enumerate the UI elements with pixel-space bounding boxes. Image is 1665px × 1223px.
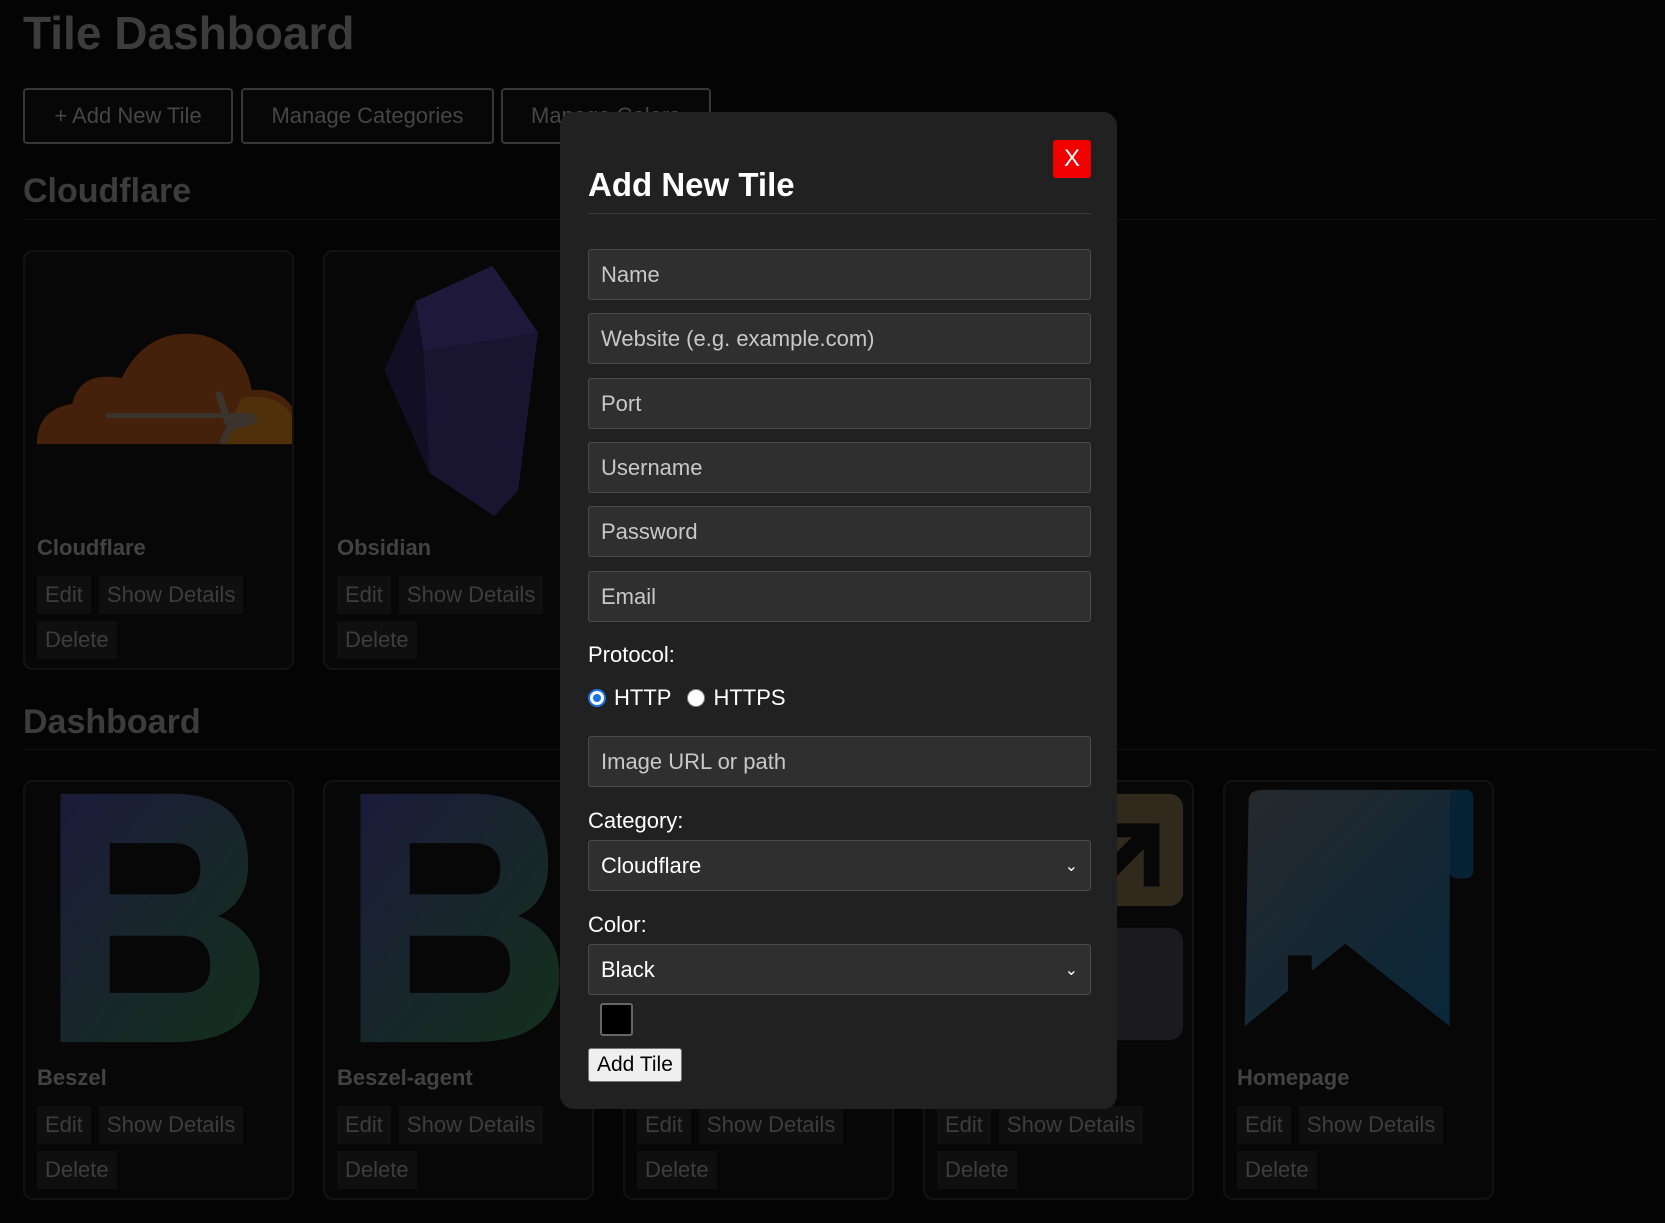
website-input[interactable]	[588, 313, 1091, 364]
image-url-input[interactable]	[588, 736, 1091, 787]
modal-title: Add New Tile	[588, 166, 795, 203]
username-input[interactable]	[588, 442, 1091, 493]
modal-divider	[588, 213, 1091, 214]
chevron-down-icon: ⌄	[1064, 961, 1078, 979]
close-button[interactable]: X	[1053, 140, 1091, 178]
protocol-radio-group: HTTP HTTPS	[588, 685, 786, 711]
add-tile-modal: X Add New Tile Protocol: HTTP HTTPS Cate…	[560, 112, 1117, 1109]
color-label: Color:	[588, 912, 647, 937]
https-radio[interactable]	[687, 689, 706, 707]
protocol-label: Protocol:	[588, 642, 675, 667]
add-tile-button[interactable]: Add Tile	[588, 1048, 682, 1082]
https-radio-label[interactable]: HTTPS	[713, 685, 785, 711]
email-input[interactable]	[588, 571, 1091, 622]
http-radio[interactable]	[588, 689, 606, 707]
category-select-value: Cloudflare	[601, 852, 702, 878]
color-select[interactable]: Black ⌄	[588, 944, 1091, 995]
password-input[interactable]	[588, 506, 1091, 557]
color-swatch[interactable]	[600, 1003, 633, 1036]
http-radio-label[interactable]: HTTP	[614, 685, 671, 711]
category-select[interactable]: Cloudflare ⌄	[588, 840, 1091, 891]
port-input[interactable]	[588, 378, 1091, 429]
chevron-down-icon: ⌄	[1064, 857, 1078, 875]
color-select-value: Black	[601, 956, 655, 982]
name-input[interactable]	[588, 249, 1091, 300]
category-label: Category:	[588, 808, 684, 833]
